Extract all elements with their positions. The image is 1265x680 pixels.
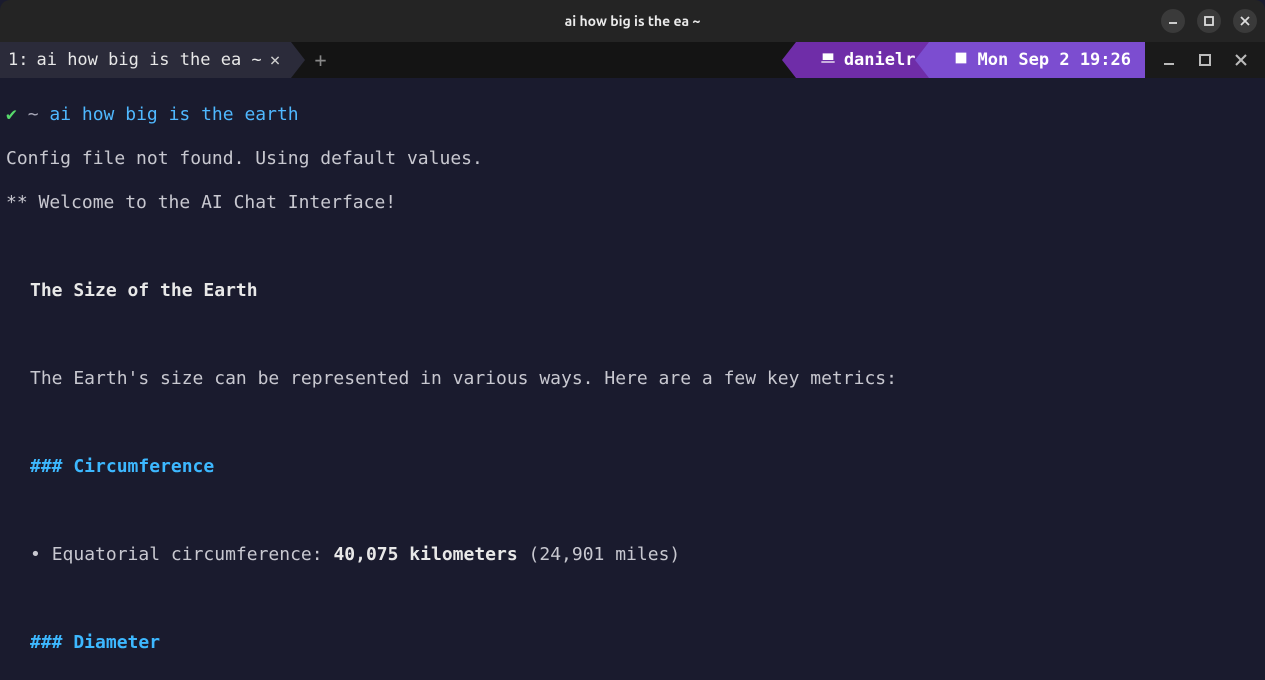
blank-line bbox=[6, 324, 1259, 346]
status-user: danielr bbox=[844, 50, 916, 70]
terminal-tab-1[interactable]: 1: ai how big is the ea ~ × bbox=[0, 42, 291, 78]
heading-diameter: ### Diameter bbox=[30, 632, 160, 653]
inner-minimize-button[interactable] bbox=[1151, 42, 1187, 78]
tab-label: ai how big is the ea ~ bbox=[36, 50, 261, 70]
prompt-cwd: ~ bbox=[28, 104, 39, 125]
tab-bar: 1: ai how big is the ea ~ × + danielr Mo… bbox=[0, 42, 1265, 78]
welcome-line: ** Welcome to the AI Chat Interface! bbox=[6, 192, 1259, 214]
window-controls-inner bbox=[1145, 42, 1265, 78]
maximize-button[interactable] bbox=[1197, 9, 1221, 33]
shell-prompt-line: ✔ ~ ai how big is the earth bbox=[6, 104, 1259, 126]
response-title: The Size of the Earth bbox=[30, 280, 258, 301]
response-intro: The Earth's size can be represented in v… bbox=[6, 368, 1259, 390]
minimize-button[interactable] bbox=[1161, 9, 1185, 33]
heading-circumference: ### Circumference bbox=[30, 456, 214, 477]
calendar-icon bbox=[953, 50, 969, 71]
window-controls-outer bbox=[1161, 9, 1257, 33]
tab-close-icon[interactable]: × bbox=[270, 50, 281, 71]
status-datetime: Mon Sep 2 19:26 bbox=[977, 50, 1131, 70]
tab-index: 1: bbox=[8, 50, 28, 70]
prompt-command: ai how big is the earth bbox=[49, 104, 298, 125]
blank-line bbox=[6, 412, 1259, 434]
blank-line bbox=[6, 236, 1259, 258]
inner-maximize-button[interactable] bbox=[1187, 42, 1223, 78]
close-button[interactable] bbox=[1233, 9, 1257, 33]
blank-line bbox=[6, 588, 1259, 610]
laptop-icon bbox=[820, 50, 836, 71]
window-title: ai how big is the ea ~ bbox=[565, 13, 701, 29]
config-warning-line: Config file not found. Using default val… bbox=[6, 148, 1259, 170]
status-time-segment: Mon Sep 2 19:26 bbox=[929, 42, 1145, 78]
status-user-segment: danielr bbox=[796, 42, 930, 78]
blank-line bbox=[6, 676, 1259, 680]
prompt-check-icon: ✔ bbox=[6, 104, 17, 125]
inner-close-button[interactable] bbox=[1223, 42, 1259, 78]
list-item: • Equatorial circumference: 40,075 kilom… bbox=[6, 544, 1259, 566]
terminal-body[interactable]: ✔ ~ ai how big is the earth Config file … bbox=[0, 78, 1265, 680]
new-tab-button[interactable]: + bbox=[315, 42, 327, 78]
window-titlebar: ai how big is the ea ~ bbox=[0, 0, 1265, 42]
blank-line bbox=[6, 500, 1259, 522]
status-right: danielr Mon Sep 2 19:26 bbox=[796, 42, 1265, 78]
